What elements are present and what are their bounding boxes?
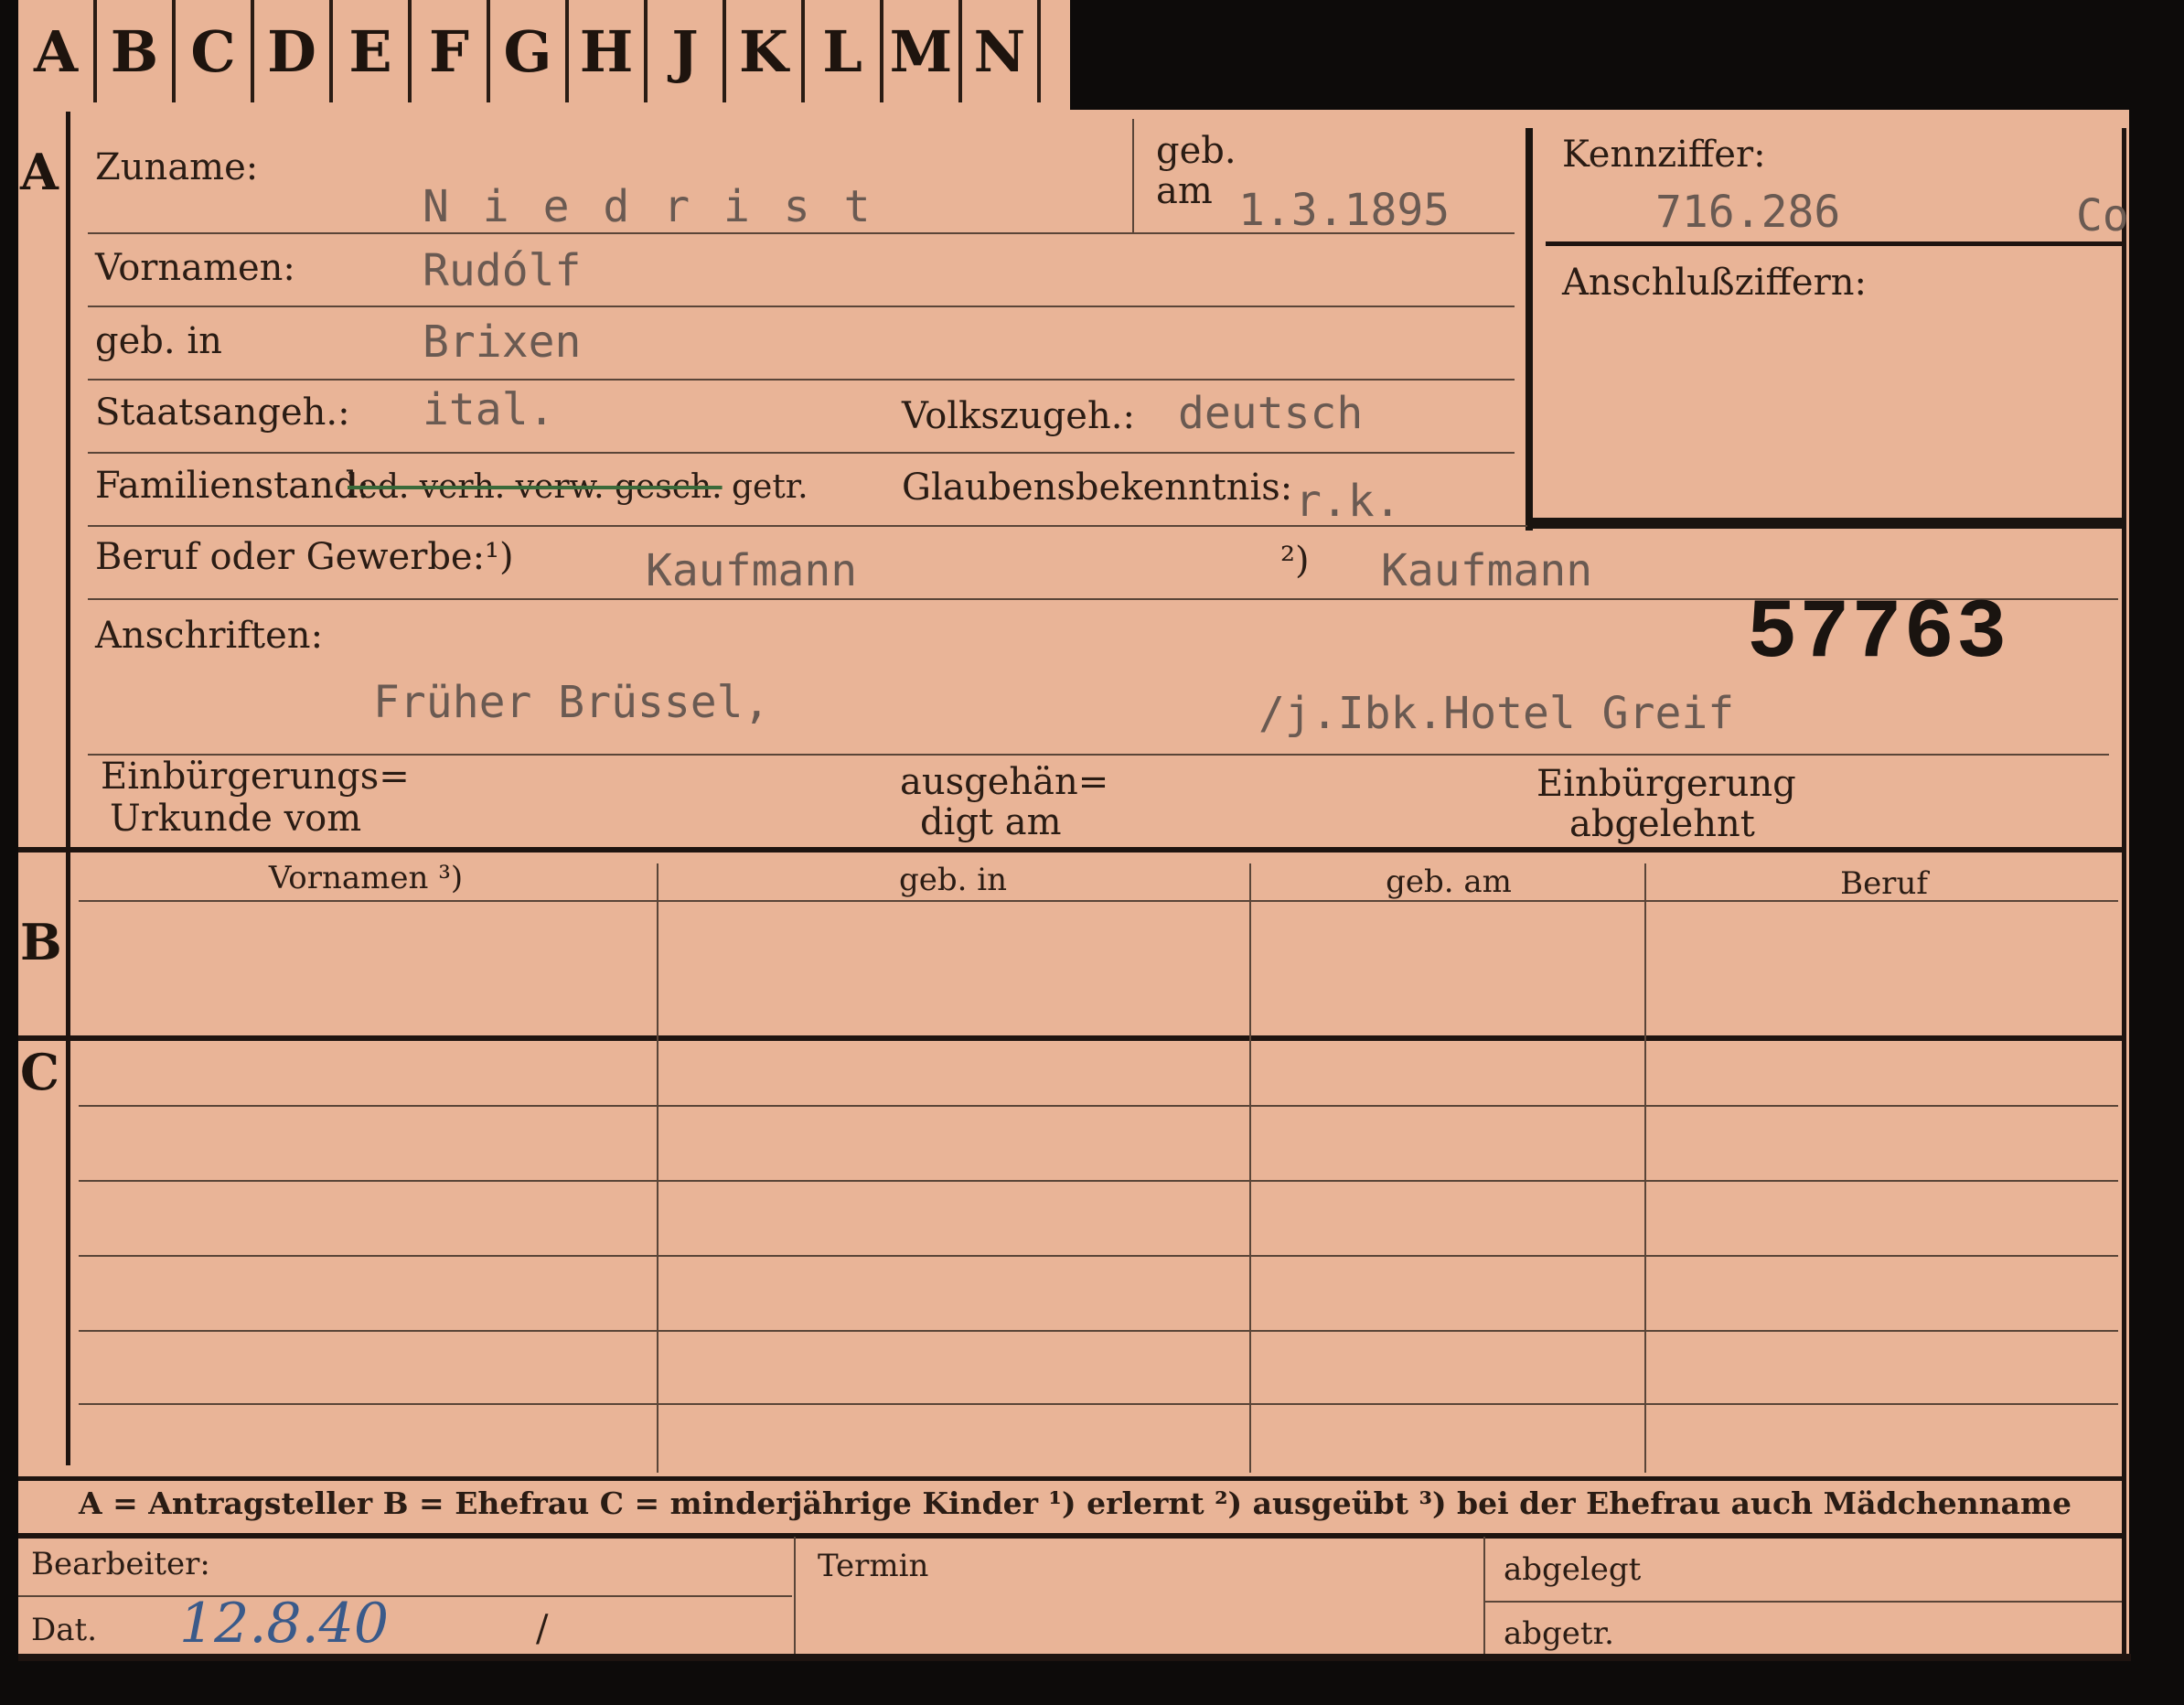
ausg-label-2: digt am (920, 801, 1062, 843)
abgetr-label: abgetr. (1504, 1615, 1614, 1652)
geb-am-value: 1.3.1895 (1238, 185, 1451, 236)
termin-label: Termin (818, 1548, 929, 1584)
tab-k[interactable]: K (726, 0, 805, 102)
zuname-value: N i e d r i s t (423, 181, 874, 232)
staat-value: ital. (423, 384, 555, 435)
grid-row-line (79, 1105, 2118, 1107)
grid-col-line (1644, 863, 1646, 1473)
grid-row-line (79, 1403, 2118, 1405)
footer-row-line (1485, 1601, 2122, 1603)
beruf2-marker: ²) (1280, 540, 1310, 582)
col-beruf: Beruf (1840, 865, 1928, 902)
section-a-marker: A (20, 143, 59, 201)
grid-col-line (1249, 863, 1251, 1473)
legend-bottom-line (18, 1533, 2122, 1539)
section-divider-bc (18, 1035, 2122, 1041)
legend-text: A = Antragsteller B = Ehefrau C = minder… (79, 1485, 2072, 1521)
beruf-label: Beruf oder Gewerbe: (95, 536, 486, 578)
beruf2-value: Kaufmann (1381, 545, 1593, 596)
anschluss-label: Anschlußziffern: (1562, 262, 1867, 304)
kennziffer-box-left (1526, 128, 1533, 531)
abgel-label-1: Einbürgerung (1536, 763, 1796, 805)
bearbeiter-label: Bearbeiter: (31, 1546, 210, 1582)
stamp-number: 57763 (1747, 585, 2009, 681)
section-c-marker: C (20, 1043, 59, 1101)
tab-m[interactable]: M (883, 0, 962, 102)
glaube-value: r.k. (1295, 476, 1401, 527)
row-line (88, 452, 1515, 454)
footer-col-line (1483, 1537, 1485, 1654)
tab-d[interactable]: D (254, 0, 333, 102)
geb-label-2: am (1156, 170, 1213, 212)
kennziffer-label: Kennziffer: (1562, 134, 1766, 176)
tab-j[interactable]: J (648, 0, 726, 102)
familie-struck-options: led. verh. verw. gesch. (348, 468, 723, 506)
grid-col-line (657, 863, 658, 1473)
anschrift-1: Früher Brüssel, (373, 677, 770, 728)
vornamen-value: Rudólf (423, 245, 582, 296)
dat-label: Dat. (31, 1612, 98, 1648)
tab-f[interactable]: F (412, 0, 490, 102)
tab-b[interactable]: B (97, 0, 176, 102)
row-line (88, 525, 1527, 527)
alphabet-tab-strip: A B C D E F G H J K L M N (18, 0, 1070, 112)
vornamen-label: Vornamen: (95, 247, 295, 289)
glaube-label: Glaubensbekenntnis: (902, 466, 1293, 509)
zuname-label: Zuname: (95, 146, 259, 188)
row-line (88, 379, 1515, 381)
section-divider-ab (18, 847, 2122, 852)
familie-label: Familienstand: (95, 465, 369, 507)
beruf1-marker: ¹) (485, 536, 514, 578)
tab-a[interactable]: A (18, 0, 97, 102)
volk-value: deutsch (1178, 388, 1364, 439)
beruf1-value: Kaufmann (646, 545, 858, 596)
kennziffer-box-bottom (1526, 518, 2125, 529)
col-geb-in: geb. in (898, 862, 1008, 898)
kennziffer-divider (1546, 241, 2122, 246)
geb-divider (1132, 119, 1134, 232)
kennziffer-suffix: Co (2076, 190, 2129, 241)
legend-top-line (18, 1476, 2122, 1481)
geb-in-value: Brixen (423, 316, 582, 368)
geb-label-1: geb. (1156, 130, 1237, 172)
footer-row-line (18, 1595, 792, 1597)
abgel-label-2: abgelehnt (1569, 803, 1755, 845)
geb-in-label: geb. in (95, 320, 222, 362)
grid-row-line (79, 1255, 2118, 1257)
familie-getr: getr. (732, 468, 808, 506)
tab-h[interactable]: H (569, 0, 648, 102)
footer-col-line (794, 1537, 796, 1654)
tab-n[interactable]: N (962, 0, 1041, 102)
anschrift-2: /j.Ibk.Hotel Greif (1258, 688, 1735, 739)
einb-label-1: Einbürgerungs= (101, 756, 410, 798)
dat-slash: / (536, 1608, 549, 1650)
dat-value: 12.8.40 (179, 1592, 390, 1656)
anschriften-label: Anschriften: (95, 615, 324, 657)
ausg-label-1: ausgehän= (900, 761, 1109, 803)
row-line (88, 306, 1515, 307)
staat-label: Staatsangeh.: (95, 391, 350, 434)
grid-row-line (79, 1330, 2118, 1332)
tab-c[interactable]: C (176, 0, 254, 102)
volk-label: Volkszugeh.: (902, 395, 1135, 437)
tab-g[interactable]: G (490, 0, 569, 102)
abgelegt-label: abgelegt (1504, 1551, 1642, 1588)
col-vornamen: Vornamen ³) (268, 860, 464, 896)
tab-e[interactable]: E (333, 0, 412, 102)
grid-row-line (79, 1180, 2118, 1182)
col-geb-am: geb. am (1386, 863, 1512, 900)
right-frame-line (2122, 128, 2126, 1656)
kennziffer-value: 716.286 (1655, 187, 1841, 238)
left-margin-line (66, 112, 70, 1465)
row-line (88, 232, 1515, 234)
einb-label-2: Urkunde vom (110, 798, 362, 840)
header-underline (79, 900, 2118, 902)
tab-l[interactable]: L (805, 0, 883, 102)
section-b-marker: B (20, 913, 62, 971)
